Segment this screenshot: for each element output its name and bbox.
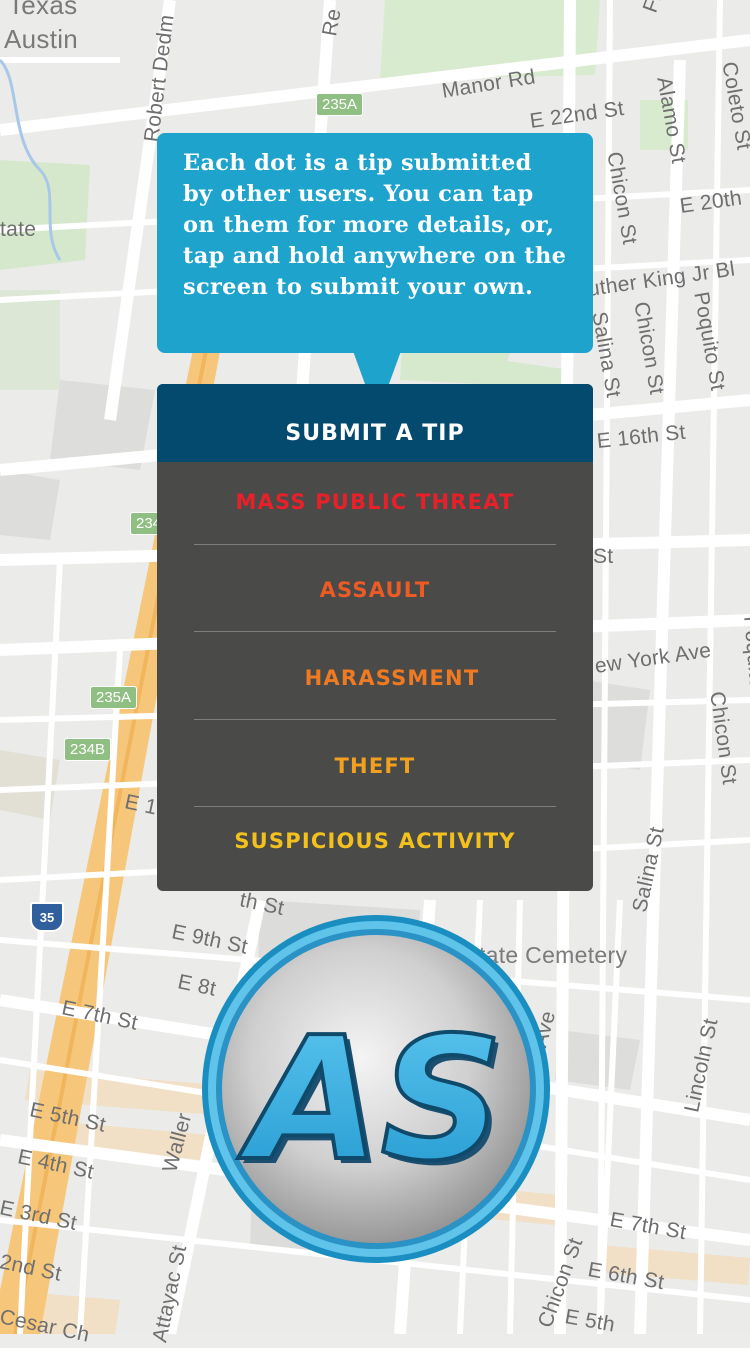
- tip-option-suspicious-activity[interactable]: SUSPICIOUS ACTIVITY: [157, 829, 593, 853]
- map-label-st: St: [593, 545, 614, 568]
- tip-option-assault[interactable]: ASSAULT: [157, 578, 593, 602]
- divider: [194, 631, 556, 632]
- tip-option-mass-public-threat[interactable]: MASS PUBLIC THREAT: [157, 490, 593, 514]
- exit-235a-shield: 235A: [90, 686, 138, 709]
- submit-tip-title: SUBMIT A TIP: [285, 420, 465, 446]
- as-logo-icon: AS AS: [202, 915, 550, 1263]
- submit-tip-header: SUBMIT A TIP: [157, 384, 593, 462]
- app-logo-button[interactable]: AS AS: [200, 913, 552, 1265]
- divider: [194, 806, 556, 807]
- exit-235a-shield-top: 235A: [316, 93, 364, 116]
- map-label-texas: Texas: [8, 0, 78, 20]
- divider: [194, 719, 556, 720]
- divider: [194, 544, 556, 545]
- tip-option-theft[interactable]: THEFT: [157, 754, 593, 778]
- tooltip-text: Each dot is a tip submitted by other use…: [183, 150, 567, 300]
- onboarding-tooltip[interactable]: Each dot is a tip submitted by other use…: [157, 133, 593, 417]
- interstate-35-shield: 35: [30, 902, 64, 932]
- map-label-re: Re: [318, 6, 346, 38]
- logo-text: AS: [237, 1001, 503, 1199]
- exit-234b-shield: 234B: [64, 738, 112, 761]
- map-label-austin: Austin: [4, 24, 79, 54]
- tip-option-harassment[interactable]: HARASSMENT: [157, 666, 593, 690]
- submit-tip-panel: SUBMIT A TIP MASS PUBLIC THREAT ASSAULT …: [157, 384, 593, 891]
- map-label-state: tate: [0, 218, 37, 241]
